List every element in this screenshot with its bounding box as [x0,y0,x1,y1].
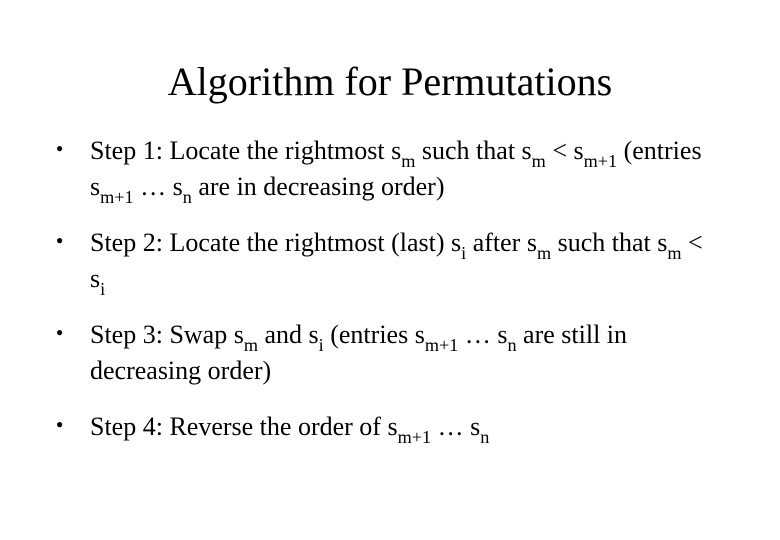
subscript: i [461,243,466,263]
step-text: Step 2: Locate the rightmost (last) s [90,228,461,257]
subscript: m [537,243,551,263]
step-text: … s [458,320,507,349]
steps-list: Step 1: Locate the rightmost sm such tha… [50,135,720,447]
step-text: such that s [415,136,531,165]
subscript: m [532,151,546,171]
step-text: are in decreasing order) [192,172,445,201]
step-text: … s [431,412,480,441]
step-text: Step 1: Locate the rightmost s [90,136,401,165]
step-text: (entries s [324,320,425,349]
subscript: m+1 [398,427,432,447]
slide-title: Algorithm for Permutations [0,0,780,135]
subscript: m [667,243,681,263]
subscript: m+1 [584,151,618,171]
subscript: n [480,427,489,447]
step-text: and s [258,320,319,349]
step-text: < s [546,136,584,165]
slide: Algorithm for Permutations Step 1: Locat… [0,0,780,540]
subscript: m [244,335,258,355]
slide-content: Step 1: Locate the rightmost sm such tha… [0,135,780,447]
step-text: Step 3: Swap s [90,320,244,349]
subscript: i [319,335,324,355]
subscript: m [401,151,415,171]
step-text: such that s [551,228,667,257]
list-item: Step 2: Locate the rightmost (last) si a… [50,227,720,299]
subscript: m+1 [425,335,459,355]
step-text: after s [466,228,537,257]
subscript: i [100,279,105,299]
list-item: Step 1: Locate the rightmost sm such tha… [50,135,720,207]
list-item: Step 4: Reverse the order of sm+1 … sn [50,411,720,447]
subscript: n [183,187,192,207]
list-item: Step 3: Swap sm and si (entries sm+1 … s… [50,319,720,391]
subscript: m+1 [100,187,134,207]
step-text: Step 4: Reverse the order of s [90,412,398,441]
subscript: n [507,335,516,355]
step-text: … s [134,172,183,201]
